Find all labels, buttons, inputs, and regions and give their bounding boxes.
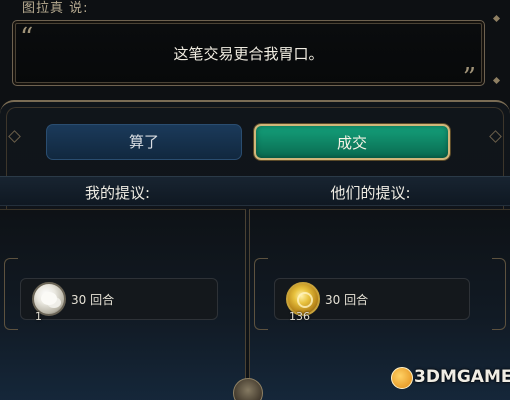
item-quantity: 1 — [35, 310, 42, 323]
bracket-ornament — [4, 258, 18, 330]
trade-panel: 算了 成交 我的提议: 他们的提议: 1 30 回合 136 30 回合 — [0, 100, 510, 400]
my-offer-column: 1 30 回合 — [0, 209, 246, 400]
watermark-text: 3DMGAME — [390, 367, 510, 387]
their-offer-label: 他们的提议: — [330, 184, 411, 202]
item-duration: 30 回合 — [325, 293, 369, 307]
watermark-label: 3DMGAME — [414, 367, 510, 387]
center-ornament-knob — [233, 378, 263, 400]
their-offer-item[interactable]: 136 30 回合 — [274, 278, 470, 323]
bracket-ornament — [254, 258, 268, 330]
item-duration: 30 回合 — [71, 293, 115, 307]
offers-header: 我的提议: 他们的提议: — [0, 176, 510, 206]
accept-deal-button[interactable]: 成交 — [254, 124, 450, 160]
diamond-ornament-icon — [489, 130, 502, 143]
item-quantity: 136 — [289, 310, 310, 323]
ornament-pip — [492, 14, 501, 23]
close-quote-icon: ” — [462, 63, 476, 93]
ornament-pip — [492, 76, 501, 85]
speech-box: “ 这笔交易更合我胃口。 ” — [12, 20, 485, 91]
my-offer-label: 我的提议: — [84, 184, 151, 202]
speech-text: 这笔交易更合我胃口。 — [173, 45, 324, 63]
cancel-deal-button[interactable]: 算了 — [46, 124, 242, 160]
my-offer-item[interactable]: 1 30 回合 — [20, 278, 218, 323]
diamond-ornament-icon — [8, 130, 21, 143]
speaker-label: 图拉真 说: — [22, 1, 89, 16]
bracket-ornament — [492, 258, 506, 330]
